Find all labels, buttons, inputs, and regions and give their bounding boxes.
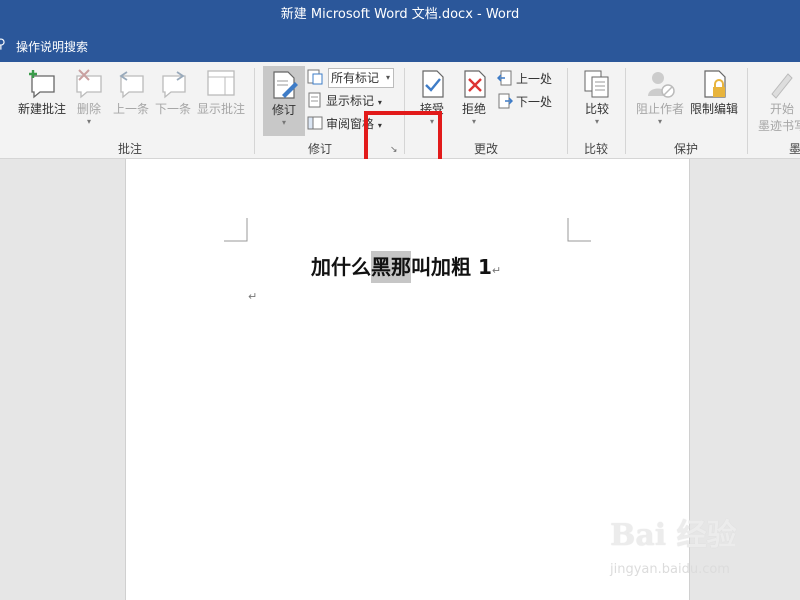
group-divider [567,68,568,154]
show-markup-icon [307,92,323,108]
restrict-editing-button[interactable]: 限制编辑 [688,68,740,117]
compare-button[interactable]: 比较 ▾ [580,68,614,127]
delete-comment-icon [76,69,102,99]
chevron-down-icon: ▾ [86,117,91,126]
previous-comment-button[interactable]: 上一条 [110,68,152,117]
compare-group-label: 比较 [583,142,608,156]
block-authors-button[interactable]: 阻止作者 ▾ [634,68,686,127]
group-divider [747,68,748,154]
pen-icon [771,73,793,99]
accept-icon [422,70,444,98]
window-title: 新建 Microsoft Word 文档.docx - Word [280,7,520,22]
watermark-brand: Bai 经验 [610,518,737,553]
empty-paragraph-mark: ↵ [248,290,258,303]
reject-button[interactable]: 拒绝 ▾ [456,68,492,127]
changes-group-label: 更改 [473,142,498,156]
markup-dropdown[interactable]: 所有标记 ▾ [328,68,394,88]
ink-group-label: 墨 [789,142,800,156]
previous-change-button[interactable]: 上一处 [496,69,552,89]
watermark-url: jingyan.baidu.com [610,562,730,577]
heading-text-after: 叫加粗 1 [411,255,492,279]
comments-group-label: 批注 [117,142,142,156]
track-changes-icon [273,71,298,99]
chevron-down-icon: ▾ [657,117,662,126]
markup-options-icon-row [307,68,326,88]
next-comment-button[interactable]: 下一条 [152,68,194,117]
tracking-group-label: 修订 [307,142,332,156]
protect-group-label: 保护 [673,142,698,156]
lock-icon [704,70,726,98]
group-divider [625,68,626,154]
next-comment-icon [162,71,186,99]
markup-icon [307,69,323,85]
show-markup-button[interactable]: 显示标记 ▾ [307,91,382,111]
selected-text: 黑那 [371,251,411,283]
title-bar: 新建 Microsoft Word 文档.docx - Word [0,0,800,30]
lightbulb-icon[interactable]: ⚲ [0,37,6,52]
group-divider [254,68,255,154]
previous-change-icon [496,70,513,86]
chevron-down-icon: ▾ [385,73,390,82]
tell-me-search[interactable]: 操作说明搜索 [16,38,88,55]
heading-text-before: 加什么 [311,255,371,279]
chevron-down-icon: ▾ [281,118,286,127]
chevron-down-icon: ▾ [471,117,476,126]
new-comment-icon [29,70,55,99]
baidu-watermark: Bai 经验 jingyan.baidu.com [610,510,737,577]
track-changes-button[interactable]: 修订 ▾ [263,66,305,136]
new-comment-button[interactable]: 新建批注 [14,68,70,117]
compare-icon [584,70,609,98]
document-page[interactable] [125,159,690,600]
chevron-down-icon: ▾ [594,117,599,126]
next-change-icon [497,93,514,109]
show-comments-button[interactable]: 显示批注 [195,68,247,117]
block-authors-icon [648,72,675,98]
start-inking-button[interactable]: 开始 墨迹书写 [756,68,800,134]
delete-comment-button[interactable]: 删除 ▾ [72,68,106,127]
margin-corner-top-right [567,218,591,242]
tell-me-bar: ⚲ 操作说明搜索 [0,30,800,62]
paragraph-mark: ↵ [491,264,502,277]
previous-comment-icon [119,71,144,99]
document-heading[interactable]: 加什么黑那叫加粗 1↵ [311,251,502,283]
margin-corner-top-left [224,218,248,242]
reviewing-pane-icon [307,115,323,131]
show-comments-icon [207,70,235,96]
reject-icon [464,70,486,98]
next-change-button[interactable]: 下一处 [497,92,552,112]
